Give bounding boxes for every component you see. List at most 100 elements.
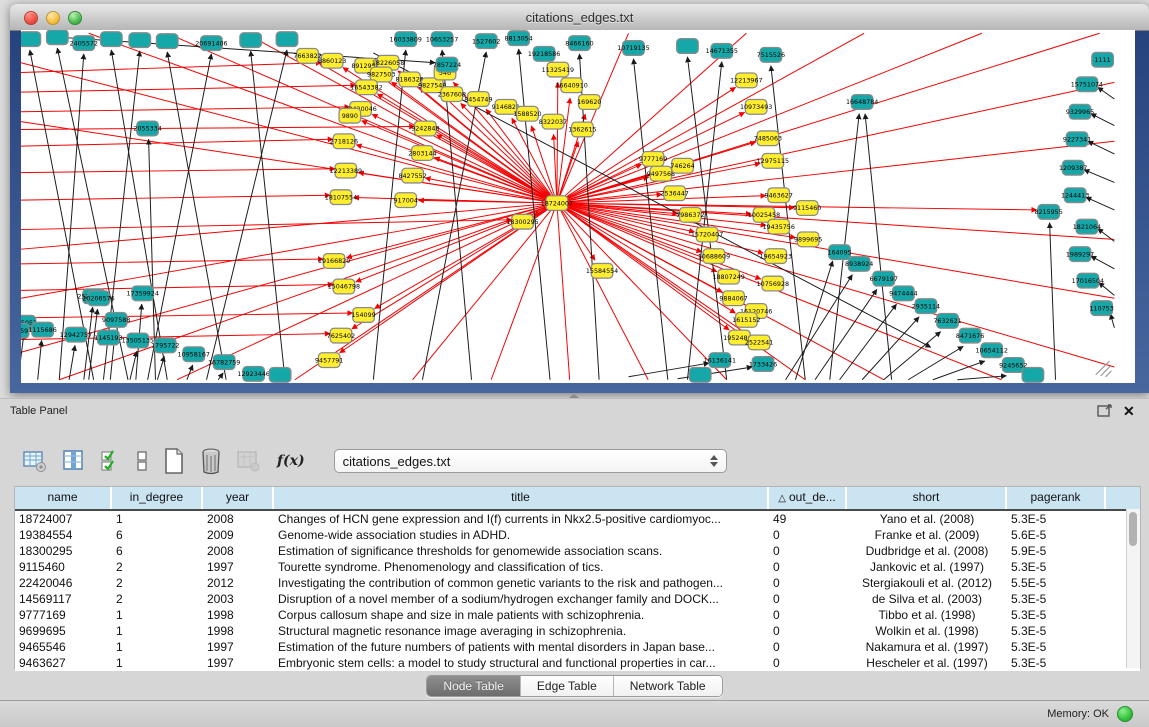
graph-node[interactable]: 2405572 bbox=[70, 36, 98, 51]
graph-node[interactable] bbox=[129, 33, 151, 48]
graph-node[interactable]: 154099 bbox=[351, 308, 375, 323]
graph-node[interactable]: 8427552 bbox=[398, 168, 426, 183]
graph-node[interactable]: 8322037 bbox=[539, 114, 567, 129]
new-table-icon[interactable] bbox=[162, 447, 186, 475]
tab-network-table[interactable]: Network Table bbox=[614, 676, 722, 696]
delete-table-icon[interactable] bbox=[199, 447, 223, 475]
graph-node[interactable] bbox=[1022, 367, 1044, 382]
graph-node[interactable]: 19218586 bbox=[528, 47, 560, 62]
graph-node[interactable]: 7485063 bbox=[754, 131, 782, 146]
graph-node[interactable]: 1527602 bbox=[472, 34, 500, 49]
graph-node[interactable]: 2803144 bbox=[408, 146, 436, 161]
graph-node[interactable]: 6679197 bbox=[870, 271, 898, 286]
graph-node[interactable]: 2935114 bbox=[912, 299, 940, 314]
graph-node[interactable]: 9884067 bbox=[719, 291, 747, 306]
graph-node[interactable]: 19654923 bbox=[760, 249, 792, 264]
graph-node[interactable] bbox=[21, 32, 41, 47]
graph-node[interactable]: 8454749 bbox=[464, 92, 492, 107]
graph-node[interactable]: 18107554 bbox=[325, 190, 357, 205]
graph-node[interactable]: 16136141 bbox=[704, 353, 736, 368]
graph-node[interactable]: 9899695 bbox=[794, 232, 822, 247]
graph-node[interactable]: 1145193 bbox=[94, 330, 122, 345]
column-header-name[interactable]: name bbox=[15, 487, 112, 509]
graph-node[interactable] bbox=[240, 33, 262, 48]
graph-node[interactable] bbox=[689, 367, 711, 382]
graph-node[interactable]: 1244413 bbox=[1061, 188, 1089, 203]
graph-node[interactable]: 9227341 bbox=[1063, 132, 1091, 147]
graph-node[interactable]: 9463627 bbox=[765, 188, 793, 203]
graph-node[interactable]: 2718126 bbox=[330, 134, 358, 149]
graph-node[interactable]: 2367608 bbox=[438, 87, 466, 102]
zoom-window-button[interactable] bbox=[68, 11, 82, 25]
graph-node[interactable]: 10719135 bbox=[617, 41, 649, 56]
graph-node[interactable]: 2536447 bbox=[661, 186, 689, 201]
graph-node[interactable]: 16648784 bbox=[846, 95, 878, 110]
graph-node[interactable]: 746264 bbox=[670, 158, 694, 173]
window-titlebar[interactable]: citations_edges.txt bbox=[10, 4, 1149, 31]
graph-node[interactable]: 10653257 bbox=[426, 32, 458, 47]
graph-node[interactable]: 16033809 bbox=[390, 32, 422, 47]
graph-node[interactable]: 9777169 bbox=[639, 152, 667, 167]
graph-node[interactable]: 15751074 bbox=[1071, 77, 1103, 92]
table-selector-dropdown[interactable]: citations_edges.txt bbox=[334, 449, 727, 473]
graph-node[interactable]: 917004 bbox=[394, 193, 418, 208]
table-row[interactable]: 1456911722003Disruption of a novel membe… bbox=[15, 591, 1140, 607]
graph-node[interactable]: 10973493 bbox=[740, 100, 772, 115]
graph-node[interactable]: 12975115 bbox=[757, 153, 789, 168]
graph-node[interactable]: 164095 bbox=[827, 245, 851, 260]
graph-node[interactable]: 10756928 bbox=[757, 276, 789, 291]
graph-node[interactable]: 10654112 bbox=[976, 343, 1008, 358]
graph-node[interactable]: 9474444 bbox=[889, 286, 917, 301]
graph-node[interactable]: 1209387 bbox=[1059, 160, 1087, 175]
column-header-outde[interactable]: △out_de... bbox=[769, 487, 847, 509]
graph-node[interactable]: 12923446 bbox=[237, 366, 269, 381]
graph-node[interactable]: 110753 bbox=[1089, 301, 1113, 316]
graph-node[interactable] bbox=[47, 30, 69, 45]
graph-node[interactable] bbox=[276, 32, 298, 47]
table-row[interactable]: 911546021997Tourette syndrome. Phenomeno… bbox=[15, 559, 1140, 575]
graph-node[interactable]: 17016504 bbox=[1072, 273, 1104, 288]
graph-node[interactable]: 9115460 bbox=[793, 201, 821, 216]
network-canvas[interactable]: 1872400776638228860123891295418226058982… bbox=[21, 30, 1135, 383]
graph-node[interactable] bbox=[677, 39, 699, 54]
table-row[interactable]: 1872400712008Changes of HCN gene express… bbox=[15, 511, 1140, 527]
graph-node[interactable]: 9242848 bbox=[411, 121, 439, 136]
graph-node[interactable] bbox=[156, 34, 178, 49]
graph-node[interactable]: 2055334 bbox=[133, 121, 161, 136]
column-header-indegree[interactable]: in_degree bbox=[112, 487, 203, 509]
select-columns-icon[interactable] bbox=[100, 448, 122, 474]
graph-node[interactable]: 7857224 bbox=[433, 57, 461, 72]
graph-node[interactable]: 1111 bbox=[1092, 52, 1114, 67]
graph-node[interactable] bbox=[101, 32, 123, 47]
column-header-short[interactable]: short bbox=[847, 487, 1007, 509]
graph-node[interactable]: 14671355 bbox=[706, 44, 738, 59]
graph-node[interactable]: 13505135 bbox=[122, 333, 154, 348]
column-header-pagerank[interactable]: pagerank bbox=[1007, 487, 1106, 509]
graph-node[interactable]: 1821064 bbox=[1073, 219, 1101, 234]
graph-node[interactable]: 1362615 bbox=[568, 122, 596, 137]
graph-node[interactable]: 8471676 bbox=[956, 328, 984, 343]
graph-node[interactable]: 9890 bbox=[339, 108, 361, 123]
vertical-scrollbar[interactable] bbox=[1126, 509, 1140, 668]
float-panel-icon[interactable] bbox=[1097, 404, 1113, 418]
row-options-icon[interactable] bbox=[135, 448, 149, 474]
graph-node[interactable]: 8215955 bbox=[1034, 205, 1062, 220]
graph-node[interactable]: 1588520 bbox=[513, 106, 541, 121]
graph-node[interactable]: 15720407 bbox=[691, 227, 723, 242]
graph-node[interactable]: 1615152 bbox=[732, 313, 760, 328]
tab-node-table[interactable]: Node Table bbox=[427, 676, 521, 696]
graph-node[interactable]: 7986372 bbox=[676, 207, 704, 222]
table-row[interactable]: 946362711997Embryonic stem cells: a mode… bbox=[15, 655, 1140, 671]
graph-node[interactable]: 10958167 bbox=[178, 347, 210, 362]
graph-node[interactable]: 7625402 bbox=[327, 328, 355, 343]
graph-node[interactable]: 12213967 bbox=[730, 73, 762, 88]
graph-node[interactable]: 7515526 bbox=[757, 47, 785, 62]
table-row[interactable]: 1938455462009Genome-wide association stu… bbox=[15, 527, 1140, 543]
graph-node[interactable]: 8813054 bbox=[504, 31, 532, 46]
graph-node[interactable] bbox=[269, 367, 291, 382]
function-builder-icon[interactable]: f(x) bbox=[277, 453, 305, 469]
table-row[interactable]: 977716911998Corpus callosum shape and si… bbox=[15, 607, 1140, 623]
graph-node[interactable]: 8466160 bbox=[565, 36, 593, 51]
graph-node[interactable]: 12213389 bbox=[330, 163, 362, 178]
close-panel-icon[interactable]: ✕ bbox=[1123, 404, 1139, 418]
